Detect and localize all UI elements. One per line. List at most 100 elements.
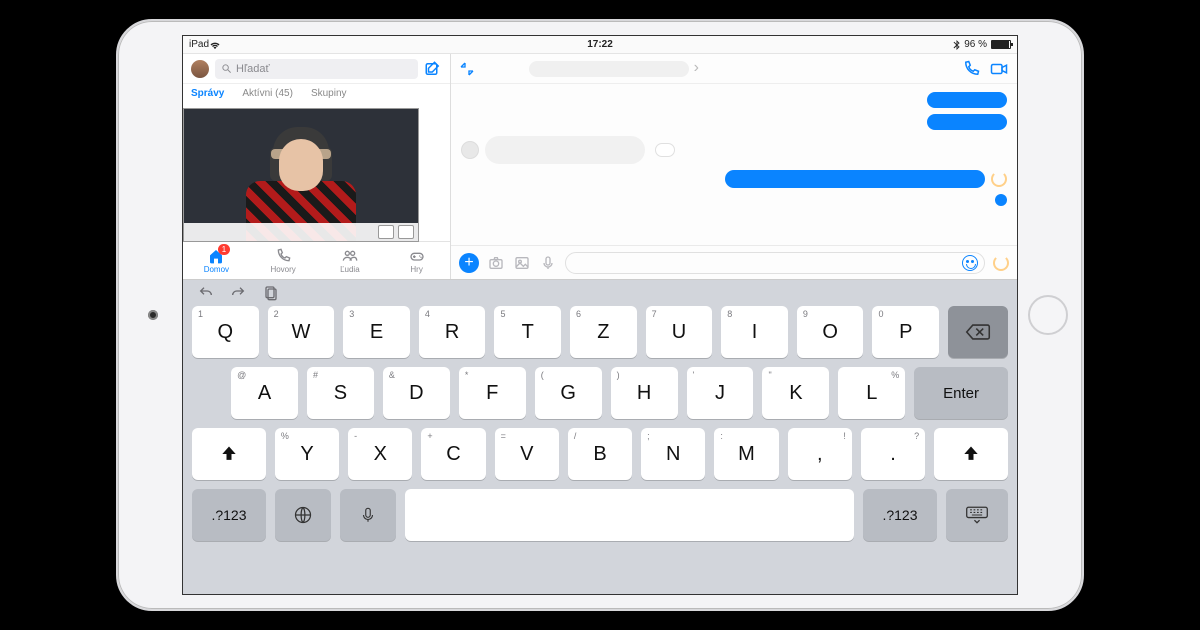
redo-icon[interactable] xyxy=(229,285,247,301)
message-list[interactable] xyxy=(451,84,1017,245)
onscreen-keyboard: 1Q2W3E4R5T6Z7U8I9O0P @A#S&D*F(G)H'J"K%LE… xyxy=(183,280,1017,594)
key-O[interactable]: 9O xyxy=(797,306,864,358)
key-dictation[interactable] xyxy=(340,489,396,541)
sent-message[interactable] xyxy=(927,114,1007,130)
pip-restore-icon[interactable] xyxy=(378,225,394,239)
people-icon xyxy=(341,248,359,264)
screen: iPad 17:22 96 % Hľadať xyxy=(182,35,1018,595)
key-hide-keyboard[interactable] xyxy=(946,489,1008,541)
emoji-icon[interactable] xyxy=(962,255,978,271)
sender-avatar[interactable] xyxy=(461,141,479,159)
key-H[interactable]: )H xyxy=(611,367,678,419)
key-R[interactable]: 4R xyxy=(419,306,486,358)
message-input[interactable] xyxy=(565,252,985,274)
key-E[interactable]: 3E xyxy=(343,306,410,358)
key-P[interactable]: 0P xyxy=(872,306,939,358)
ipad-frame: iPad 17:22 96 % Hľadať xyxy=(116,19,1084,611)
voice-icon[interactable] xyxy=(539,255,557,271)
hide-keyboard-icon xyxy=(965,505,989,525)
key-B[interactable]: /B xyxy=(568,428,632,480)
received-message[interactable] xyxy=(485,136,645,164)
undo-icon[interactable] xyxy=(197,285,215,301)
wifi-icon xyxy=(209,40,221,49)
key-X[interactable]: -X xyxy=(348,428,412,480)
add-attachment-button[interactable]: + xyxy=(459,253,479,273)
mic-icon xyxy=(359,505,377,525)
key-J[interactable]: 'J xyxy=(687,367,754,419)
key-W[interactable]: 2W xyxy=(268,306,335,358)
compose-icon[interactable] xyxy=(424,60,442,78)
picture-in-picture-video[interactable] xyxy=(183,108,419,242)
key-C[interactable]: +C xyxy=(421,428,485,480)
reaction-button[interactable] xyxy=(655,143,675,157)
clock: 17:22 xyxy=(587,39,613,50)
exit-fullscreen-icon[interactable] xyxy=(459,61,475,77)
key-N[interactable]: ;N xyxy=(641,428,705,480)
sending-spinner xyxy=(991,171,1007,187)
tab-home[interactable]: 1 Domov xyxy=(183,242,250,279)
search-input[interactable]: Hľadať xyxy=(215,59,418,79)
sent-message[interactable] xyxy=(725,170,985,188)
shift-icon xyxy=(961,444,981,464)
key-A[interactable]: @A xyxy=(231,367,298,419)
battery-icon xyxy=(991,40,1011,49)
key-G[interactable]: (G xyxy=(535,367,602,419)
sidebar-tabs: Správy Aktívni (45) Skupiny xyxy=(183,84,450,101)
camera-icon[interactable] xyxy=(487,255,505,271)
key-S[interactable]: #S xyxy=(307,367,374,419)
search-placeholder: Hľadať xyxy=(236,63,270,75)
key-D[interactable]: &D xyxy=(383,367,450,419)
keyboard-toolbar xyxy=(183,280,1017,306)
home-button[interactable] xyxy=(1028,295,1068,335)
key-.[interactable]: ?. xyxy=(861,428,925,480)
pip-close-icon[interactable] xyxy=(398,225,414,239)
key-Q[interactable]: 1Q xyxy=(192,306,259,358)
key-shift[interactable] xyxy=(192,428,266,480)
key-T[interactable]: 5T xyxy=(494,306,561,358)
key-globe[interactable] xyxy=(275,489,331,541)
key-enter[interactable]: Enter xyxy=(914,367,1008,419)
messenger-app: Hľadať Správy Aktívni (45) Skupiny xyxy=(183,54,1017,280)
key-K[interactable]: "K xyxy=(762,367,829,419)
sidebar: Hľadať Správy Aktívni (45) Skupiny xyxy=(183,54,451,279)
shift-icon xyxy=(219,444,239,464)
conversation-pane: + xyxy=(451,54,1017,279)
conversation-title[interactable] xyxy=(529,61,689,77)
phone-icon xyxy=(274,248,292,264)
key-Y[interactable]: %Y xyxy=(275,428,339,480)
key-Z[interactable]: 6Z xyxy=(570,306,637,358)
key-M[interactable]: :M xyxy=(714,428,778,480)
sent-message[interactable] xyxy=(927,92,1007,108)
key-space[interactable] xyxy=(405,489,854,541)
message-composer: + xyxy=(451,245,1017,279)
key-symbols[interactable]: .?123 xyxy=(192,489,266,541)
audio-call-icon[interactable] xyxy=(961,60,981,78)
tab-games[interactable]: Hry xyxy=(383,242,450,279)
video-call-icon[interactable] xyxy=(989,60,1009,78)
clipboard-icon[interactable] xyxy=(261,285,279,301)
key-V[interactable]: =V xyxy=(495,428,559,480)
like-button[interactable] xyxy=(993,255,1009,271)
bottom-tabbar: 1 Domov Hovory Ľudia Hry xyxy=(183,241,450,279)
tab-calls[interactable]: Hovory xyxy=(250,242,317,279)
key-F[interactable]: *F xyxy=(459,367,526,419)
key-I[interactable]: 8I xyxy=(721,306,788,358)
tab-messages[interactable]: Správy xyxy=(191,88,224,99)
key-shift[interactable] xyxy=(934,428,1008,480)
pip-controls xyxy=(184,223,418,241)
status-bar: iPad 17:22 96 % xyxy=(183,36,1017,54)
tab-people[interactable]: Ľudia xyxy=(317,242,384,279)
key-,[interactable]: !, xyxy=(788,428,852,480)
key-symbols-right[interactable]: .?123 xyxy=(863,489,937,541)
gamepad-icon xyxy=(408,248,426,264)
carrier-label: iPad xyxy=(189,39,209,50)
front-camera xyxy=(148,310,158,320)
key-L[interactable]: %L xyxy=(838,367,905,419)
tab-groups[interactable]: Skupiny xyxy=(311,88,347,99)
tab-active[interactable]: Aktívni (45) xyxy=(242,88,293,99)
gallery-icon[interactable] xyxy=(513,255,531,271)
key-U[interactable]: 7U xyxy=(646,306,713,358)
key-backspace[interactable] xyxy=(948,306,1008,358)
home-badge: 1 xyxy=(218,244,230,255)
profile-avatar[interactable] xyxy=(191,60,209,78)
